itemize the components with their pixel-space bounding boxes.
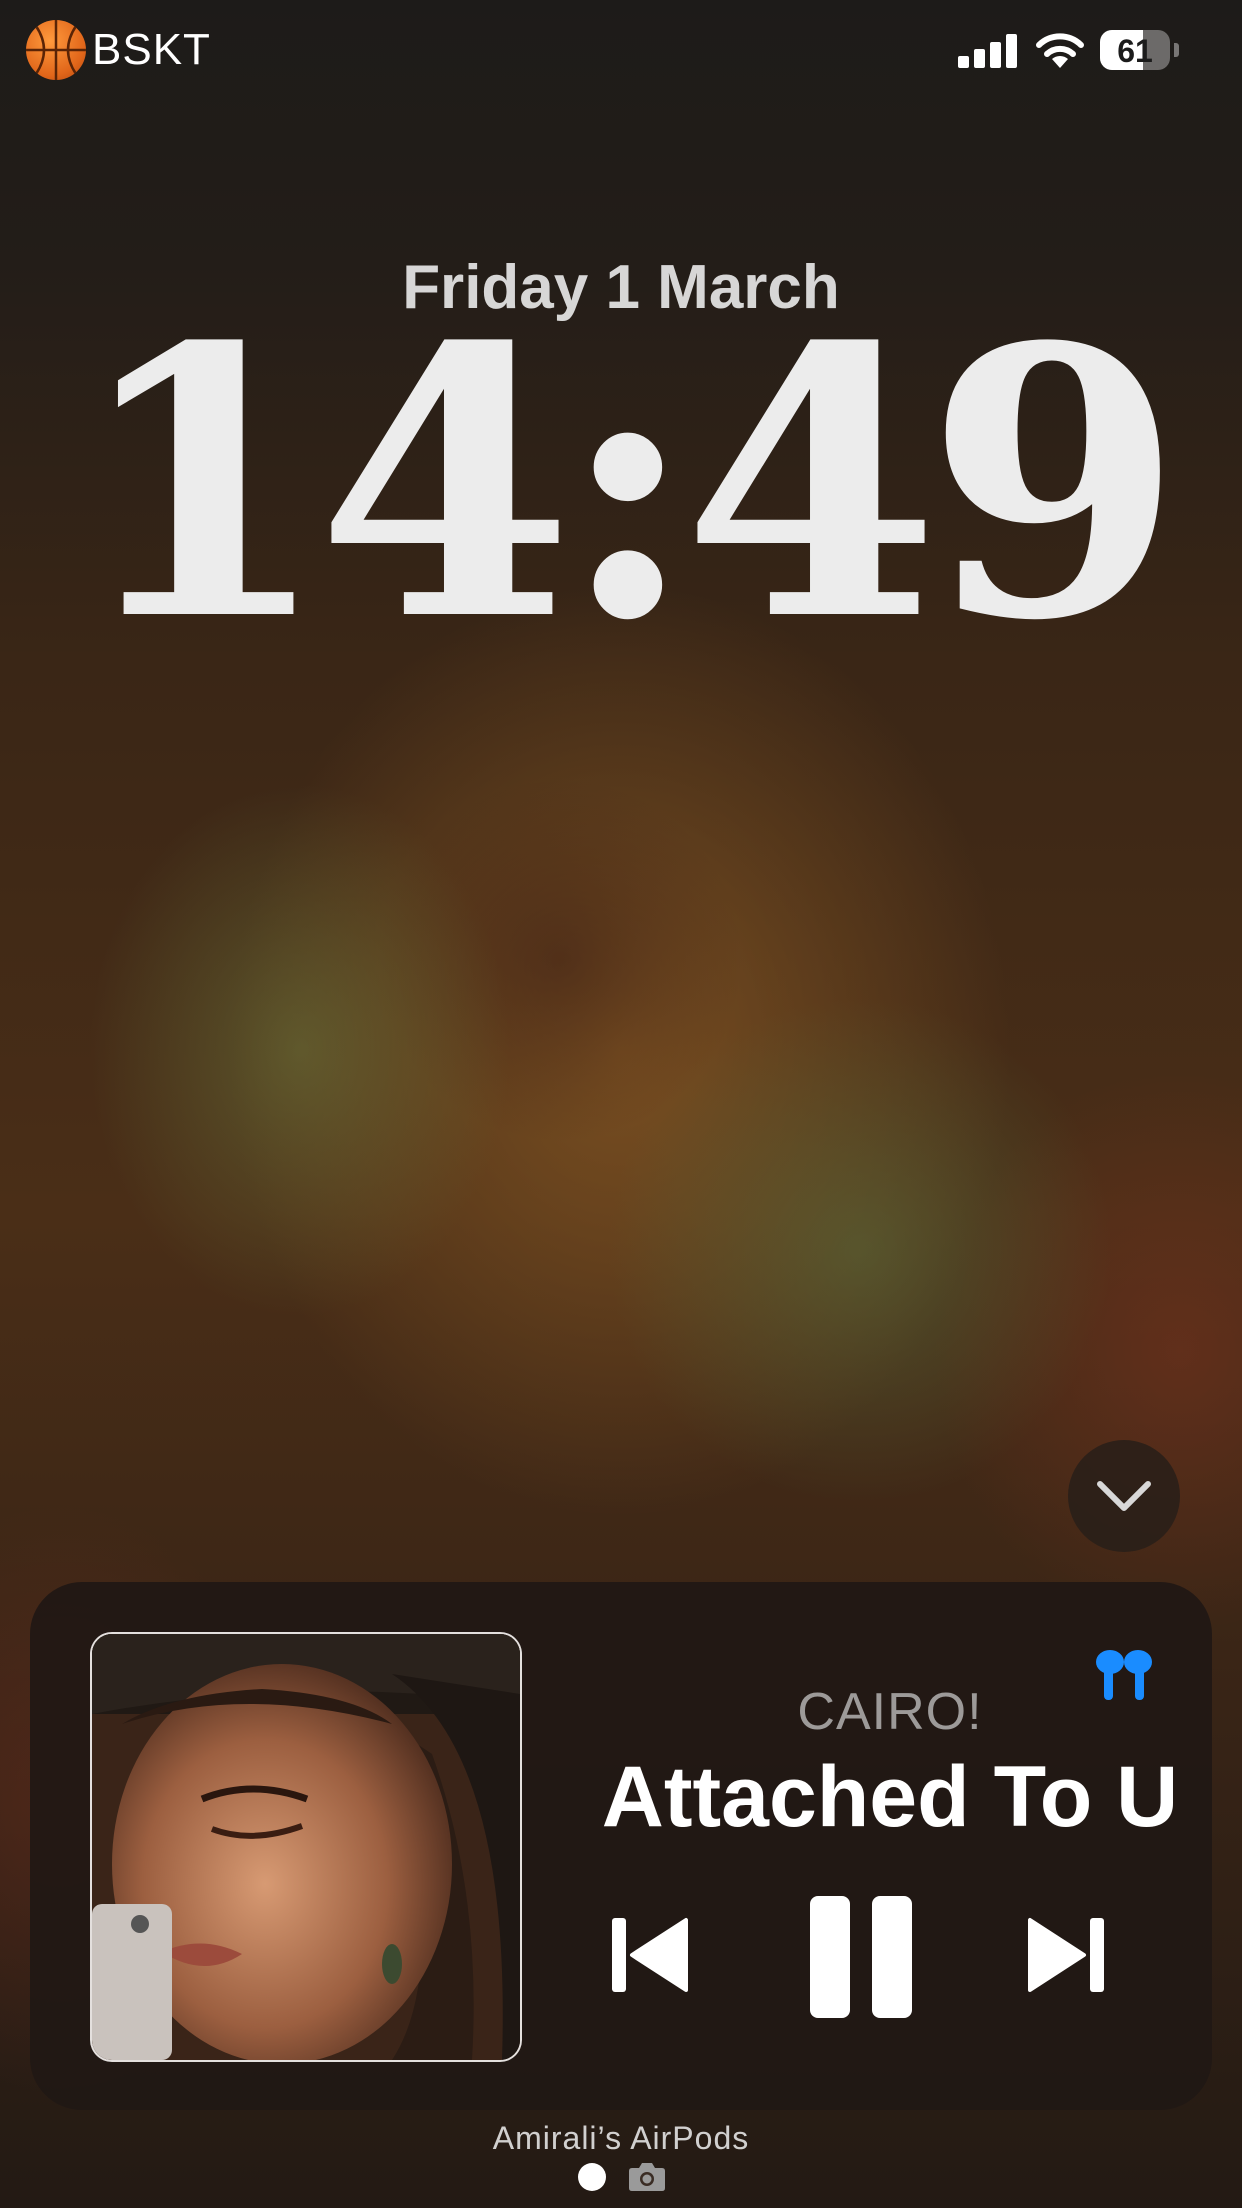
album-artwork[interactable] — [90, 1632, 522, 2062]
battery-percent: 61 — [1117, 33, 1153, 69]
now-playing-card[interactable]: CAIRO! Attached To U — [30, 1582, 1212, 2110]
cellular-signal-icon — [958, 34, 1018, 68]
lock-clock[interactable]: 14:49 — [0, 300, 1242, 670]
camera-icon[interactable] — [628, 2160, 666, 2192]
collapse-player-button[interactable] — [1068, 1440, 1180, 1552]
basketball-icon — [26, 20, 86, 80]
wifi-icon — [1036, 33, 1084, 68]
page-indicator-dot[interactable] — [578, 2163, 606, 2191]
track-title: Attached To U — [601, 1749, 1179, 1845]
chevron-down-icon — [1097, 1481, 1151, 1511]
previous-track-icon[interactable] — [610, 1916, 692, 1994]
battery-tip — [1174, 43, 1179, 57]
app-badge[interactable]: BSKT — [26, 20, 211, 80]
pause-icon[interactable] — [808, 1894, 914, 2020]
battery-indicator: 61 — [1100, 30, 1170, 70]
next-track-icon[interactable] — [1024, 1916, 1106, 1994]
track-artist: CAIRO! — [797, 1683, 983, 1741]
status-bar: BSKT 61 — [0, 0, 1242, 110]
output-device-label[interactable]: Amirali’s AirPods — [0, 2120, 1242, 2157]
app-label: BSKT — [92, 25, 211, 74]
